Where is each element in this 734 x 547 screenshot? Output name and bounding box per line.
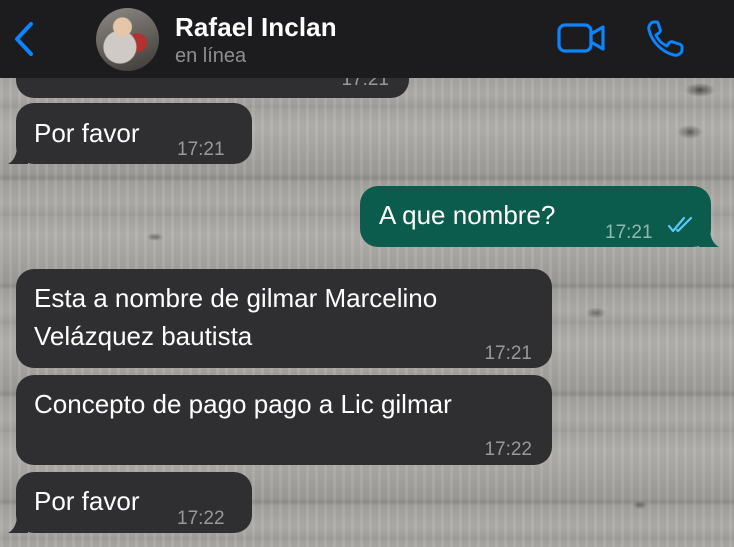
back-button[interactable] bbox=[6, 16, 42, 62]
message-time: 17:22 bbox=[177, 508, 225, 529]
message-text-line: Esta a nombre de gilmar Marcelino bbox=[34, 283, 438, 313]
message-bubble-incoming[interactable]: Esta a nombre de gilmar Marcelino Velázq… bbox=[16, 269, 552, 368]
chat-header: Rafael Inclan en línea bbox=[0, 0, 734, 78]
video-call-button[interactable] bbox=[556, 20, 608, 56]
bubble-tail bbox=[8, 146, 28, 164]
voice-call-button[interactable] bbox=[644, 18, 686, 60]
message-time: 17:21 bbox=[484, 343, 532, 364]
message-text: Por favor bbox=[34, 486, 140, 516]
message-time: 17:21 bbox=[177, 139, 225, 160]
phone-icon bbox=[647, 20, 684, 57]
double-check-icon bbox=[667, 216, 693, 233]
chevron-left-icon bbox=[15, 22, 33, 56]
contact-name[interactable]: Rafael Inclan bbox=[175, 12, 337, 43]
message-text: Por favor bbox=[34, 118, 140, 148]
message-text: Concepto de pago pago a Lic gilmar bbox=[34, 389, 452, 419]
bubble-tail bbox=[8, 515, 28, 533]
message-bubble-incoming[interactable]: Concepto de pago pago a Lic gilmar 17:22 bbox=[16, 375, 552, 465]
message-text: A que nombre? bbox=[379, 200, 556, 230]
contact-status: en línea bbox=[175, 45, 247, 67]
message-time: 17:21 bbox=[605, 222, 653, 243]
avatar[interactable] bbox=[96, 8, 159, 71]
message-bubble-incoming[interactable]: Por favor 17:22 bbox=[8, 472, 252, 533]
message-text-line: Velázquez bautista bbox=[34, 321, 253, 351]
bubble-tail bbox=[699, 229, 719, 247]
message-bubble-incoming[interactable]: Por favor 17:21 bbox=[8, 103, 252, 164]
message-bubble-outgoing[interactable]: A que nombre? 17:21 bbox=[360, 186, 719, 247]
message-time: 17:22 bbox=[484, 439, 532, 460]
video-camera-icon bbox=[557, 23, 605, 53]
